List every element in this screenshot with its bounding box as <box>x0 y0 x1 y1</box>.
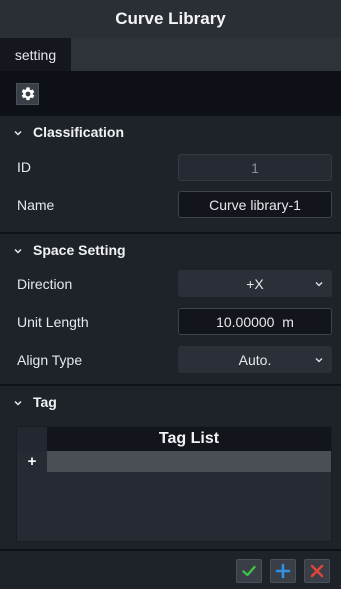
tag-panel: Tag Tag List + <box>0 384 341 549</box>
id-label: ID <box>17 159 31 175</box>
gear-icon <box>21 87 34 101</box>
add-button[interactable] <box>270 559 296 583</box>
check-icon <box>242 565 256 577</box>
plus-icon <box>275 563 291 579</box>
classification-header[interactable]: Classification <box>0 116 341 148</box>
tag-list-table: Tag List + <box>16 426 332 542</box>
table-corner <box>17 427 47 451</box>
direction-select[interactable]: +X <box>178 270 332 297</box>
id-field: 1 <box>178 154 332 181</box>
section-title-classification: Classification <box>33 124 125 140</box>
align-type-select[interactable]: Auto. <box>178 346 332 373</box>
name-label: Name <box>17 197 55 213</box>
chevron-down-icon <box>315 358 323 363</box>
add-tag-button[interactable]: + <box>17 451 47 472</box>
tab-setting[interactable]: setting <box>0 38 71 71</box>
space-setting-header[interactable]: Space Setting <box>0 234 341 266</box>
tag-list-header: Tag List <box>47 427 331 451</box>
toolbar <box>0 71 341 114</box>
classification-panel: Classification ID 1 Name Curve library-1 <box>0 114 341 232</box>
confirm-button[interactable] <box>236 559 262 583</box>
align-type-value: Auto. <box>238 351 272 368</box>
chevron-down-icon <box>14 400 22 406</box>
window-title: Curve Library <box>115 9 226 28</box>
name-field[interactable]: Curve library-1 <box>178 191 332 218</box>
space-setting-panel: Space Setting Direction +X Unit Length 1… <box>0 232 341 384</box>
chevron-down-icon <box>14 130 22 136</box>
section-title-space-setting: Space Setting <box>33 242 126 258</box>
chevron-down-icon <box>14 248 22 254</box>
title-bar: Curve Library <box>0 0 341 38</box>
settings-button[interactable] <box>16 83 39 105</box>
unit-length-field[interactable]: 10.00000 m <box>178 308 332 335</box>
close-icon <box>310 564 324 578</box>
direction-value: +X <box>246 275 264 292</box>
tag-header[interactable]: Tag <box>0 386 341 418</box>
unit-length-label: Unit Length <box>17 314 89 330</box>
chevron-down-icon <box>315 282 323 287</box>
table-row[interactable] <box>47 451 331 472</box>
align-type-label: Align Type <box>17 352 83 368</box>
close-button[interactable] <box>304 559 330 583</box>
tab-bar: setting <box>0 38 341 71</box>
section-title-tag: Tag <box>33 394 57 410</box>
direction-label: Direction <box>17 276 73 292</box>
footer-bar <box>0 549 341 589</box>
